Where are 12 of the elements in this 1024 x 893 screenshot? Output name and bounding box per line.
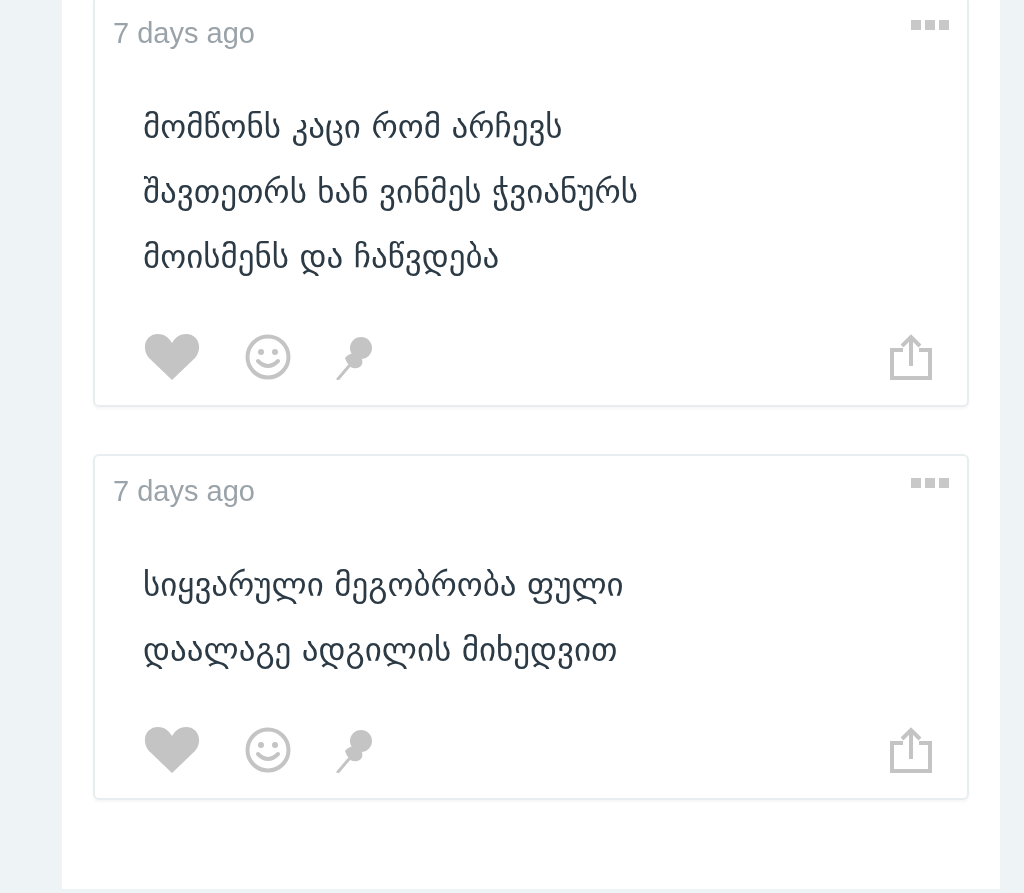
- share-icon[interactable]: [889, 334, 933, 380]
- smiley-icon[interactable]: [245, 334, 291, 380]
- post-text: მომწონს კაცი რომ არჩევს შავთეთრს ხან ვინმეს ჭვიანურს მოისმენს და ჩაწვდება: [143, 106, 639, 278]
- more-icon[interactable]: [911, 478, 949, 488]
- share-icon[interactable]: [889, 727, 933, 773]
- post-text: სიყვარული მეგობრობა ფული დაალაგე ადგილის მიხედვით: [143, 564, 625, 671]
- smiley-icon[interactable]: [245, 727, 291, 773]
- post-time: 7 days ago: [113, 474, 255, 508]
- more-icon[interactable]: [911, 20, 949, 30]
- heart-icon[interactable]: [143, 333, 201, 381]
- post-time: 7 days ago: [113, 16, 255, 50]
- heart-icon[interactable]: [143, 726, 201, 774]
